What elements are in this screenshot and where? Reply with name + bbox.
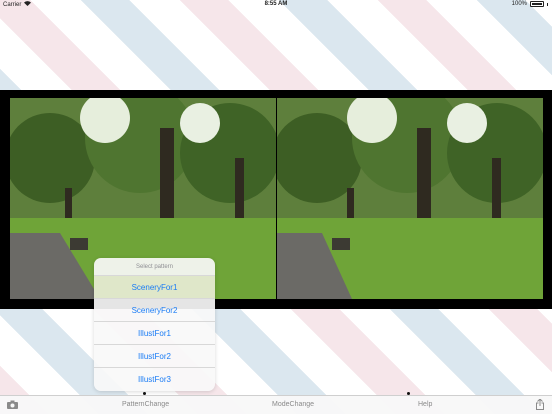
picker-item-sceneryfor2[interactable]: SceneryFor2 <box>94 299 215 322</box>
status-time: 8:55 AM <box>264 1 288 7</box>
picker-item-illustfor1[interactable]: IllustFor1 <box>94 322 215 345</box>
scenery-photo-right <box>277 98 543 299</box>
picker-title: Select pattern <box>94 258 215 276</box>
mode-change-button[interactable]: ModeChange <box>272 401 314 408</box>
pattern-change-button[interactable]: PatternChange <box>122 401 169 408</box>
bottom-toolbar: PatternChange ModeChange Help <box>0 395 552 414</box>
status-bar: Carrier 8:55 AM 100% <box>0 0 552 10</box>
picker-item-illustfor3[interactable]: IllustFor3 <box>94 368 215 391</box>
battery-icon <box>530 1 544 7</box>
picker-item-illustfor2[interactable]: IllustFor2 <box>94 345 215 368</box>
picker-item-sceneryfor1[interactable]: SceneryFor1 <box>94 276 215 299</box>
share-icon[interactable] <box>536 398 544 412</box>
status-right: 100% <box>512 1 548 7</box>
help-button[interactable]: Help <box>418 401 432 408</box>
camera-icon[interactable] <box>7 400 18 411</box>
image-band <box>0 90 552 309</box>
battery-tip <box>547 2 548 6</box>
battery-percent: 100% <box>511 1 527 7</box>
pattern-picker: Select pattern SceneryFor1 SceneryFor2 I… <box>94 258 215 391</box>
